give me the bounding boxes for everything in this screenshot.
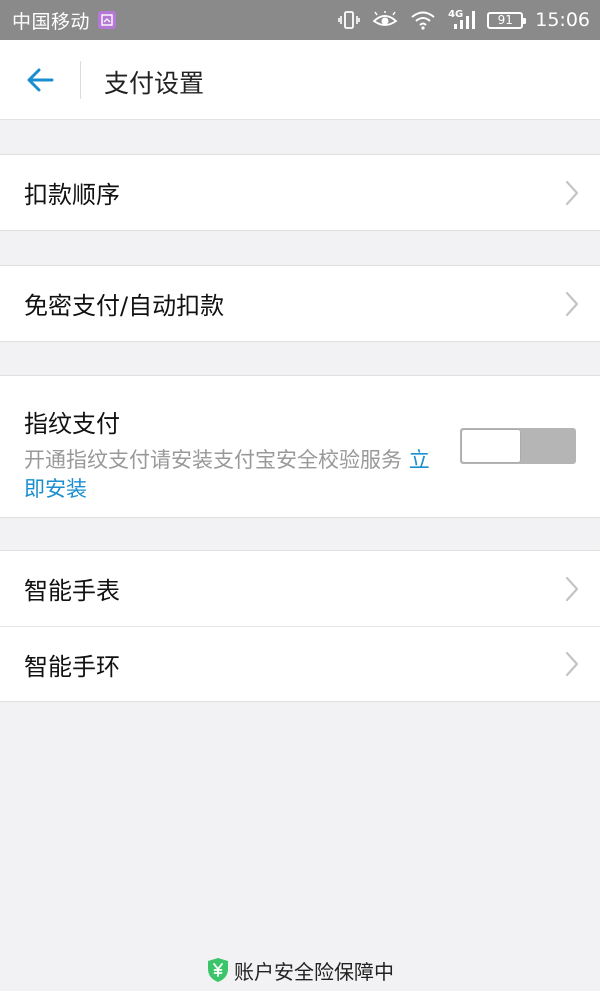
back-button[interactable] [18,58,62,102]
security-footer: 账户安全险保障中 [0,955,600,985]
shield-icon [208,958,228,982]
smart-watch-row[interactable]: 智能手表 [0,551,600,626]
chevron-right-icon [565,651,579,677]
password-free-label: 免密支付/自动扣款 [24,292,225,320]
wifi-icon [410,10,436,30]
deduction-order-label: 扣款顺序 [24,181,120,209]
group-password-free: 免密支付/自动扣款 [0,265,600,342]
fingerprint-description-text: 开通指纹支付请安装支付宝安全校验服务 [24,448,402,472]
fingerprint-toggle[interactable] [460,428,576,464]
back-arrow-icon [27,68,54,92]
smart-band-label: 智能手环 [24,652,120,681]
deduction-order-row[interactable]: 扣款顺序 [0,155,600,230]
group-smart-devices: 智能手表 智能手环 [0,550,600,702]
eye-icon [372,11,398,29]
network-type: 4G [448,8,464,20]
group-deduction: 扣款顺序 [0,154,600,231]
fingerprint-row: 指纹支付 开通指纹支付请安装支付宝安全校验服务 立即安装 [0,376,600,517]
toggle-knob [462,430,520,462]
app-header: 支付设置 [0,40,600,120]
battery-icon: 91 [487,11,527,29]
clock: 15:06 [535,9,590,31]
chevron-right-icon [565,291,579,316]
page-title: 支付设置 [104,69,205,98]
smart-band-row[interactable]: 智能手环 [0,626,600,701]
carrier-name: 中国移动 [12,10,91,33]
chevron-right-icon [565,576,579,601]
password-free-row[interactable]: 免密支付/自动扣款 [0,266,600,341]
smart-watch-label: 智能手表 [24,577,120,605]
vibrate-icon [338,10,360,30]
group-fingerprint: 指纹支付 开通指纹支付请安装支付宝安全校验服务 立即安装 [0,375,600,518]
footer-text: 账户安全险保障中 [234,959,394,984]
signal-icon: 4G [448,8,476,30]
battery-level: 91 [497,13,513,27]
chevron-right-icon [565,180,579,205]
notification-icon [98,11,117,29]
header-divider [80,61,81,99]
status-bar: 中国移动 4G 91 15:06 [0,0,600,40]
fingerprint-title: 指纹支付 [24,410,120,438]
fingerprint-description: 开通指纹支付请安装支付宝安全校验服务 立即安装 [24,446,432,504]
